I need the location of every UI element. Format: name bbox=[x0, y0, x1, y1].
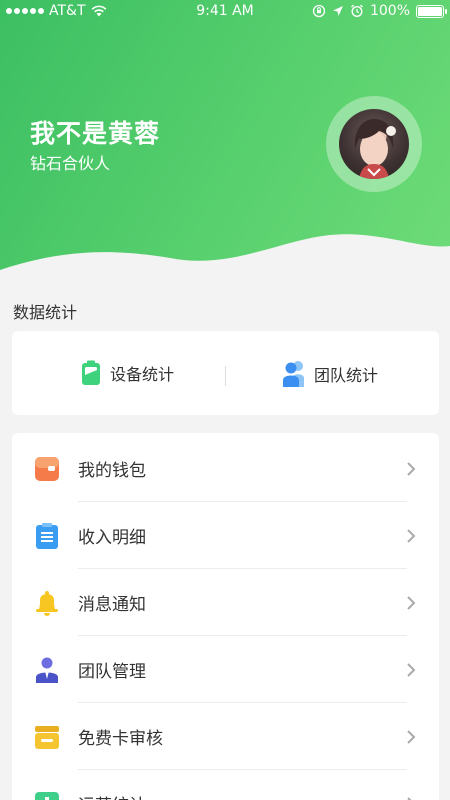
header-wave bbox=[0, 234, 450, 290]
manager-icon bbox=[34, 657, 60, 683]
clipboard-icon bbox=[34, 522, 60, 549]
menu-item-label: 免费卡审核 bbox=[78, 729, 163, 749]
menu-item-notifications[interactable]: 消息通知 bbox=[12, 569, 439, 636]
team-stats-label: 团队统计 bbox=[314, 366, 379, 385]
device-stats-label: 设备统计 bbox=[110, 365, 175, 384]
menu-item-label: 消息通知 bbox=[78, 595, 146, 615]
bell-icon bbox=[34, 590, 60, 616]
alarm-icon bbox=[351, 4, 363, 18]
wallet-icon bbox=[34, 456, 60, 482]
stats-divider bbox=[225, 366, 226, 386]
team-icon bbox=[283, 361, 304, 387]
chevron-right-icon bbox=[407, 595, 416, 610]
menu-item-label: 团队管理 bbox=[78, 662, 146, 682]
avatar bbox=[339, 109, 409, 179]
menu-item-operations-stats[interactable]: 运营统计 bbox=[12, 770, 439, 800]
battery-percent: 100% bbox=[369, 3, 410, 19]
location-icon bbox=[332, 6, 343, 16]
menu-item-label: 运营统计 bbox=[78, 791, 146, 800]
avatar-button[interactable] bbox=[326, 96, 422, 192]
menu-item-label: 我的钱包 bbox=[78, 461, 146, 481]
menu-item-income-detail[interactable]: 收入明细 bbox=[12, 502, 439, 569]
menu-item-free-card-review[interactable]: 免费卡审核 bbox=[12, 703, 439, 770]
section-title: 数据统计 bbox=[13, 303, 78, 322]
user-level: 钻石合伙人 bbox=[30, 154, 111, 173]
battery-icon bbox=[416, 4, 447, 18]
stats-card: 设备统计 团队统计 bbox=[12, 331, 439, 415]
chevron-right-icon bbox=[407, 729, 416, 744]
rotation-lock-icon bbox=[312, 4, 326, 18]
card-stack-icon bbox=[34, 724, 60, 750]
chevron-right-icon bbox=[407, 796, 412, 800]
menu-item-team-management[interactable]: 团队管理 bbox=[12, 636, 439, 703]
user-name: 我不是黄蓉 bbox=[30, 119, 161, 148]
profile-header: AT&T 9:41 AM 100% 我不是黄蓉 钻石合伙人 bbox=[0, 0, 450, 290]
chevron-right-icon bbox=[407, 461, 416, 476]
menu-item-label: 收入明细 bbox=[78, 528, 146, 548]
menu-item-wallet[interactable]: 我的钱包 bbox=[12, 435, 439, 502]
chart-icon bbox=[34, 791, 60, 800]
device-stats-button[interactable]: 设备统计 bbox=[80, 360, 174, 386]
menu-list: 我的钱包 收入明细 消息通知 团队管理 免费卡审核 bbox=[12, 433, 439, 800]
chevron-right-icon bbox=[407, 528, 416, 543]
chevron-right-icon bbox=[407, 662, 416, 677]
status-bar: AT&T 9:41 AM 100% bbox=[0, 0, 450, 24]
device-icon bbox=[82, 360, 100, 385]
team-stats-button[interactable]: 团队统计 bbox=[282, 360, 378, 388]
